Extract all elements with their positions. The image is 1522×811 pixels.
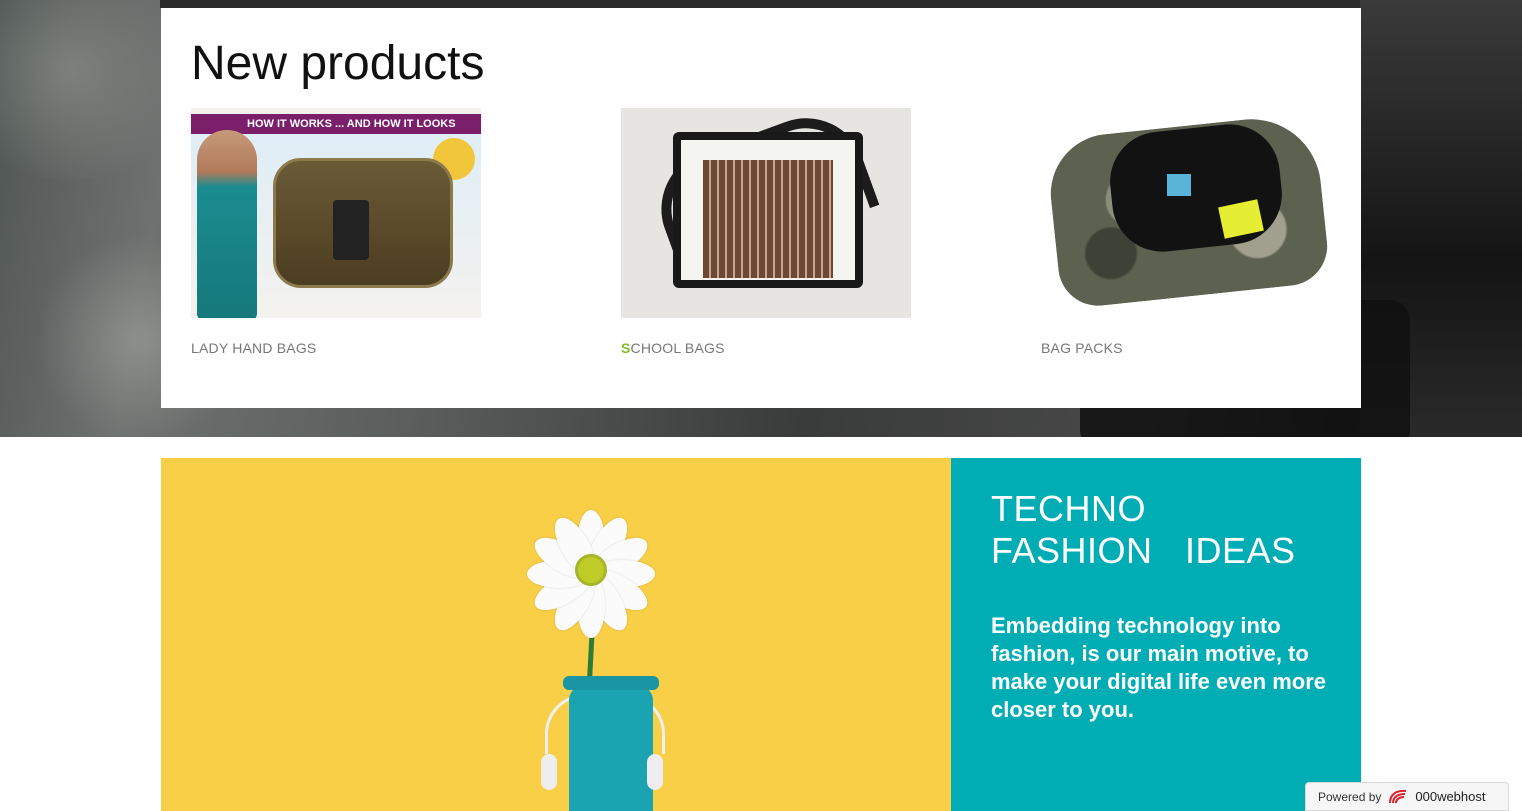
- feature-title: TECHNO FASHION IDEAS: [991, 488, 1296, 571]
- product-label-rest: CHOOL BAGS: [630, 340, 725, 356]
- webhost-logo-icon: [1387, 788, 1409, 806]
- product-label[interactable]: SCHOOL BAGS: [621, 340, 911, 356]
- badge-brand: 000webhost: [1415, 789, 1486, 804]
- product-card-lady-hand-bags[interactable]: HOW IT WORKS ... AND HOW IT LOOKS LADY H…: [191, 108, 481, 356]
- product-card-school-bags[interactable]: SCHOOL BAGS: [621, 108, 911, 356]
- product-label-initial: S: [621, 340, 631, 356]
- product-card-bag-packs[interactable]: BAG PACKS: [1041, 108, 1331, 356]
- section-title: New products: [191, 37, 485, 90]
- new-products-section: New products HOW IT WORKS ... AND HOW IT…: [161, 8, 1361, 408]
- feature-text-panel: TECHNO FASHION IDEAS Embedding technolog…: [951, 458, 1361, 811]
- feature-body: Embedding technology into fashion, is ou…: [991, 613, 1327, 722]
- product-label[interactable]: BAG PACKS: [1041, 340, 1331, 356]
- product-image-school-bags[interactable]: [621, 108, 911, 318]
- powered-by-badge[interactable]: Powered by 000webhost: [1305, 782, 1509, 811]
- feature-section: TECHNO FASHION IDEAS Embedding technolog…: [161, 458, 1361, 811]
- product-image-lady-hand-bags[interactable]: HOW IT WORKS ... AND HOW IT LOOKS: [191, 108, 481, 318]
- product-image-bag-packs[interactable]: [1041, 108, 1331, 318]
- feature-image: [161, 458, 951, 811]
- product-label[interactable]: LADY HAND BAGS: [191, 340, 481, 356]
- badge-prefix: Powered by: [1318, 789, 1382, 804]
